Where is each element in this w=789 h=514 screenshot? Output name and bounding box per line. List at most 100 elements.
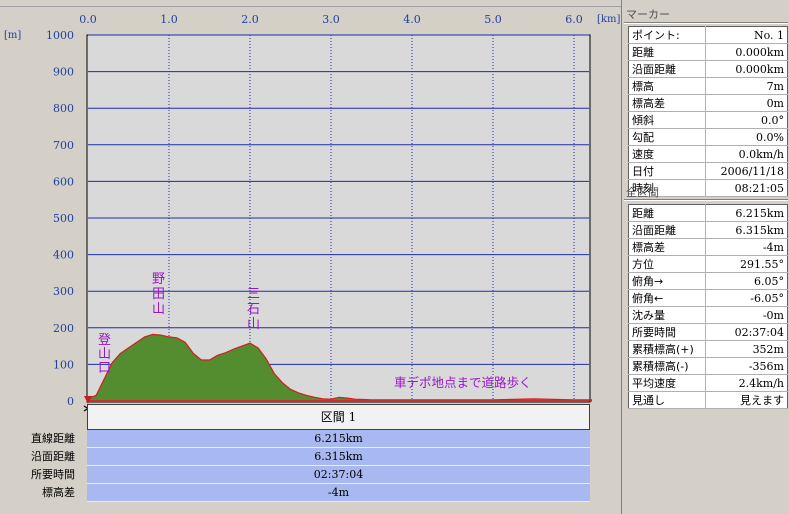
x-tick-label: 0.0: [79, 13, 97, 26]
section-table[interactable]: 区間 1 6.215km 6.315km 02:37:04 -4m: [87, 404, 590, 502]
marker-table: ポイント: No. 1 距離 0.000km 沿面距離 0.000km 標高 7m 標高差 0m 傾…: [628, 26, 788, 197]
marker-value: 0.000km: [705, 43, 788, 61]
section-values: 6.215km 6.315km 02:37:04 -4m: [87, 430, 590, 502]
all-section-value: 291.55°: [705, 255, 788, 273]
value-duration: 02:37:04: [87, 466, 590, 484]
marker-key: 速度: [628, 145, 706, 163]
marker-value: 0m: [705, 94, 788, 112]
all-section-key: 累積標高(-): [628, 357, 706, 375]
row-label-elevation-diff: 標高差: [42, 486, 75, 499]
x-axis: 0.0 1.0 2.0 3.0 4.0 5.0 6.0: [79, 13, 583, 26]
row-label-straight-distance: 直線距離: [31, 432, 75, 445]
marker-key: 沿面距離: [628, 60, 706, 78]
annotation-char: 口: [98, 361, 111, 376]
y-tick-label: 600: [53, 175, 74, 188]
row-label-surface-distance: 沿面距離: [31, 450, 75, 463]
annotation-char: 山: [247, 317, 260, 332]
marker-key: 標高差: [628, 94, 706, 112]
all-section-row: 平均速度 2.4km/h: [628, 374, 788, 392]
all-section-value: 6.05°: [705, 272, 788, 290]
all-section-key: 所要時間: [628, 323, 706, 341]
y-tick-label: 700: [53, 139, 74, 152]
marker-key: ポイント:: [628, 26, 706, 44]
x-tick-label: 2.0: [241, 13, 259, 26]
marker-key: 傾斜: [628, 111, 706, 129]
marker-key: 標高: [628, 77, 706, 95]
y-unit-label: [m]: [4, 30, 21, 41]
divider: [624, 199, 788, 201]
all-section-value: -0m: [705, 306, 788, 324]
marker-key: 勾配: [628, 128, 706, 146]
marker-panel-title: マーカー: [626, 8, 670, 21]
y-tick-label: 800: [53, 102, 74, 115]
x-tick-label: 1.0: [160, 13, 178, 26]
all-section-key: 方位: [628, 255, 706, 273]
marker-value: 0.0°: [705, 111, 788, 129]
all-section-key: 見通し: [628, 391, 706, 409]
marker-value: 0.0%: [705, 128, 788, 146]
x-tick-label: 6.0: [565, 13, 583, 26]
row-label-duration: 所要時間: [31, 468, 75, 481]
all-section-row: 標高差 -4m: [628, 238, 788, 256]
all-section-row: 距離 6.215km: [628, 204, 788, 222]
marker-value: No. 1: [705, 26, 788, 44]
all-section-value: 6.215km: [705, 204, 788, 222]
marker-row: 日付 2006/11/18: [628, 162, 788, 180]
all-section-key: 距離: [628, 204, 706, 222]
marker-value: 2006/11/18: [705, 162, 788, 180]
value-straight-distance: 6.215km: [87, 430, 590, 448]
all-section-key: 標高差: [628, 238, 706, 256]
annotation-char: 登: [98, 333, 111, 348]
annotation-road-walk: 車デポ地点まで道路歩く: [394, 375, 532, 390]
annotation-mitsuishiyama: 三 石 山: [247, 287, 260, 332]
all-section-row: 方位 291.55°: [628, 255, 788, 273]
y-tick-label: 900: [53, 66, 74, 79]
all-section-key: 沿面距離: [628, 221, 706, 239]
all-section-value: 2.4km/h: [705, 374, 788, 392]
all-section-value: 352m: [705, 340, 788, 358]
marker-value: 7m: [705, 77, 788, 95]
all-section-value: -4m: [705, 238, 788, 256]
all-section-row: 俯角← -6.05°: [628, 289, 788, 307]
all-section-value: -356m: [705, 357, 788, 375]
divider: [624, 22, 788, 24]
all-section-key: 俯角→: [628, 272, 706, 290]
annotation-trailhead: 登 山 口: [98, 333, 111, 376]
section-header[interactable]: 区間 1: [87, 404, 590, 430]
all-section-key: 俯角←: [628, 289, 706, 307]
annotation-nodayama: 野 田 山: [152, 272, 165, 317]
all-section-key: 平均速度: [628, 374, 706, 392]
y-tick-label: 0: [67, 395, 74, 408]
annotation-char: 山: [98, 347, 111, 362]
marker-value: 08:21:05: [705, 179, 788, 197]
y-tick-label: 200: [53, 322, 74, 335]
all-section-key: 累積標高(+): [628, 340, 706, 358]
annotation-char: 田: [152, 287, 165, 302]
marker-row: 速度 0.0km/h: [628, 145, 788, 163]
value-surface-distance: 6.315km: [87, 448, 590, 466]
y-axis: 10009008007006005004003002001000: [46, 29, 74, 408]
all-section-row: 沈み量 -0m: [628, 306, 788, 324]
all-section-row: 沿面距離 6.315km: [628, 221, 788, 239]
all-section-table: 距離 6.215km 沿面距離 6.315km 標高差 -4m 方位 291.55° 俯角→ 6.…: [628, 204, 788, 409]
all-section-value: 6.315km: [705, 221, 788, 239]
marker-key: 距離: [628, 43, 706, 61]
all-section-panel-title: 全区間: [626, 186, 659, 199]
all-section-row: 所要時間 02:37:04: [628, 323, 788, 341]
y-tick-label: 400: [53, 249, 74, 262]
x-tick-label: 5.0: [484, 13, 502, 26]
all-section-row: 見通し 見えます: [628, 391, 788, 409]
info-sidebar: マーカー ポイント: No. 1 距離 0.000km 沿面距離 0.000km 標高 7m 標…: [621, 0, 789, 514]
marker-value: 0.000km: [705, 60, 788, 78]
y-tick-label: 1000: [46, 29, 74, 42]
annotation-char: 山: [152, 302, 165, 317]
all-section-key: 沈み量: [628, 306, 706, 324]
x-tick-label: 3.0: [322, 13, 340, 26]
y-tick-label: 300: [53, 285, 74, 298]
marker-row: 傾斜 0.0°: [628, 111, 788, 129]
all-section-value: -6.05°: [705, 289, 788, 307]
marker-value: 0.0km/h: [705, 145, 788, 163]
all-section-row: 俯角→ 6.05°: [628, 272, 788, 290]
annotation-char: 石: [247, 302, 260, 317]
marker-row: ポイント: No. 1: [628, 26, 788, 44]
